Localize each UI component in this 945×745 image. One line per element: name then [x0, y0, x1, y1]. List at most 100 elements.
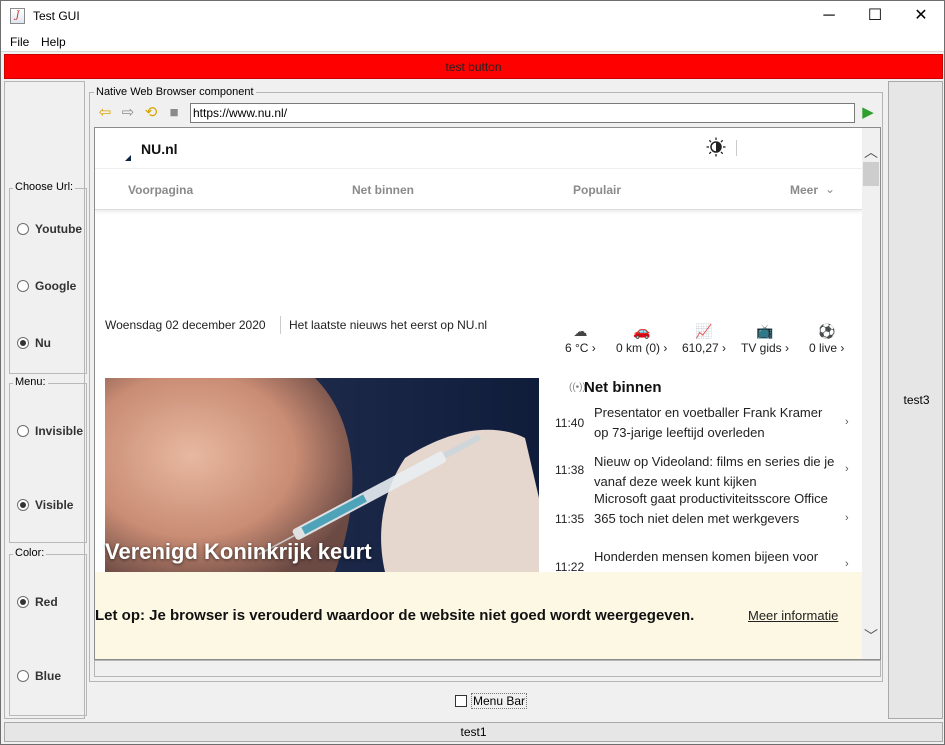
radio-red[interactable]: Red — [17, 595, 58, 609]
radio-blue[interactable]: Blue — [17, 669, 61, 683]
nav-voorpagina[interactable]: Voorpagina — [128, 183, 193, 197]
maximize-button[interactable]: ☐ — [852, 1, 898, 31]
menu-group: Menu: Invisible Visible — [9, 376, 87, 543]
reload-icon[interactable]: ⟲ — [142, 105, 160, 121]
menu-file[interactable]: File — [10, 35, 29, 49]
weather-label: 6 °C › — [565, 341, 596, 355]
browser-viewport[interactable]: NU.nl Voorpagina Net binnen Populair Mee… — [94, 127, 881, 660]
title-bar: J Test GUI ─ ☐ ✕ — [1, 1, 944, 31]
more-info-link[interactable]: Meer informatie — [748, 608, 838, 623]
radio-indicator — [17, 596, 29, 608]
chevron-right-icon[interactable]: › — [845, 416, 849, 428]
header-divider — [736, 140, 737, 156]
close-button[interactable]: ✕ — [898, 1, 944, 31]
traffic-widget[interactable]: 🚗 0 km (0) › — [616, 323, 667, 355]
status-bar-test1[interactable]: test1 — [4, 722, 943, 742]
go-icon[interactable]: ▶ — [859, 105, 877, 121]
news-time: 11:35 — [555, 512, 585, 526]
radio-label: Blue — [35, 669, 62, 683]
checkbox-label: Menu Bar — [471, 693, 528, 709]
color-legend: Color: — [13, 547, 47, 559]
window-title: Test GUI — [33, 9, 80, 23]
banner-message: Let op: Je browser is verouderd waardoor… — [95, 607, 695, 624]
chevron-down-icon[interactable]: ⌄ — [825, 182, 835, 196]
menu-bar-checkbox[interactable]: Menu Bar — [455, 693, 528, 709]
menu-legend: Menu: — [13, 376, 48, 388]
vertical-scrollbar[interactable]: ︿ ﹀ — [862, 128, 880, 659]
scroll-thumb[interactable] — [863, 162, 879, 186]
net-binnen-title[interactable]: Net binnen — [584, 379, 662, 396]
minimize-button[interactable]: ─ — [806, 1, 852, 31]
news-headline[interactable]: Microsoft gaat productiviteitsscore Offi… — [594, 489, 838, 529]
radio-invisible[interactable]: Invisible — [17, 424, 83, 438]
tv-icon: 📺 — [756, 323, 774, 339]
choose-url-group: Choose Url: Youtube Google Nu — [9, 181, 87, 374]
theme-toggle-icon[interactable] — [706, 137, 726, 157]
java-app-icon: J — [10, 8, 25, 24]
page-tagline: Het laatste nieuws het eerst op NU.nl — [289, 318, 488, 332]
forward-arrow-icon[interactable]: ⇨ — [119, 105, 137, 121]
outdated-browser-banner: Let op: Je browser is verouderd waardoor… — [95, 572, 862, 659]
radio-label: Red — [35, 595, 58, 609]
radio-label: Youtube — [35, 222, 83, 236]
live-widget[interactable]: ⚽ 0 live › — [809, 323, 844, 355]
radio-indicator — [17, 425, 29, 437]
scroll-up-icon[interactable]: ︿ — [862, 142, 880, 162]
page-date: Woensdag 02 december 2020 — [105, 318, 266, 332]
color-group: Color: Red Blue — [9, 547, 87, 716]
menu-help[interactable]: Help — [41, 35, 66, 49]
radio-google[interactable]: Google — [17, 279, 76, 293]
menu-bar: File Help — [1, 31, 944, 52]
radio-youtube[interactable]: Youtube — [17, 222, 82, 236]
test-button[interactable]: test button — [4, 54, 943, 79]
radio-nu[interactable]: Nu — [17, 336, 51, 350]
radio-label: Visible — [35, 498, 74, 512]
back-arrow-icon[interactable]: ⇦ — [96, 105, 114, 121]
news-headline[interactable]: Honderden mensen komen bijeen voor — [594, 547, 838, 567]
chevron-right-icon[interactable]: › — [845, 463, 849, 475]
url-input[interactable]: https://www.nu.nl/ — [190, 103, 855, 123]
stocks-widget[interactable]: 📈 610,27 › — [682, 323, 726, 355]
chart-icon: 📈 — [695, 323, 713, 339]
nav-net-binnen[interactable]: Net binnen — [352, 183, 414, 197]
right-panel-test3[interactable]: test3 — [888, 81, 943, 719]
horizontal-scrollbar[interactable] — [94, 660, 881, 677]
right-panel-label: test3 — [903, 393, 930, 407]
radio-label: Nu — [35, 336, 51, 350]
chevron-right-icon[interactable]: › — [845, 512, 849, 524]
radio-indicator — [17, 280, 29, 292]
news-time: 11:40 — [555, 416, 585, 430]
news-time: 11:38 — [555, 463, 585, 477]
nu-logo-mark-icon — [125, 155, 131, 161]
nav-populair[interactable]: Populair — [573, 183, 621, 197]
left-control-panel: Choose Url: Youtube Google Nu Menu: Invi… — [4, 81, 87, 719]
traffic-label: 0 km (0) › — [616, 341, 668, 355]
tv-label: TV gids › — [741, 341, 790, 355]
date-divider — [280, 316, 281, 334]
tv-widget[interactable]: 📺 TV gids › — [741, 323, 789, 355]
scroll-down-icon[interactable]: ﹀ — [862, 626, 880, 646]
news-headline[interactable]: Nieuw op Videoland: films en series die … — [594, 452, 838, 492]
radio-indicator — [17, 223, 29, 235]
nav-meer[interactable]: Meer — [790, 183, 818, 197]
live-label: 0 live › — [809, 341, 845, 355]
soccer-icon: ⚽ — [817, 323, 836, 339]
weather-widget[interactable]: ☁ 6 °C › — [565, 323, 596, 355]
car-icon: 🚗 — [632, 323, 651, 339]
browser-legend: Native Web Browser component — [94, 86, 256, 98]
stocks-label: 610,27 › — [682, 341, 727, 355]
site-logo[interactable]: NU.nl — [141, 141, 178, 157]
stop-icon[interactable]: ■ — [165, 105, 183, 121]
radio-visible[interactable]: Visible — [17, 498, 73, 512]
site-nav: Voorpagina Net binnen Populair Meer ⌄ — [95, 168, 862, 210]
radio-indicator — [17, 499, 29, 511]
radio-label: Invisible — [35, 424, 84, 438]
radio-indicator — [17, 670, 29, 682]
hero-headline[interactable]: Verenigd Koninkrijk keurt — [105, 539, 372, 565]
radio-label: Google — [35, 279, 77, 293]
radio-indicator — [17, 337, 29, 349]
news-headline[interactable]: Presentator en voetballer Frank Kramer o… — [594, 403, 838, 443]
app-window: J Test GUI ─ ☐ ✕ File Help test button C… — [0, 0, 945, 745]
chevron-right-icon[interactable]: › — [845, 558, 849, 570]
checkbox-box[interactable] — [455, 695, 467, 707]
